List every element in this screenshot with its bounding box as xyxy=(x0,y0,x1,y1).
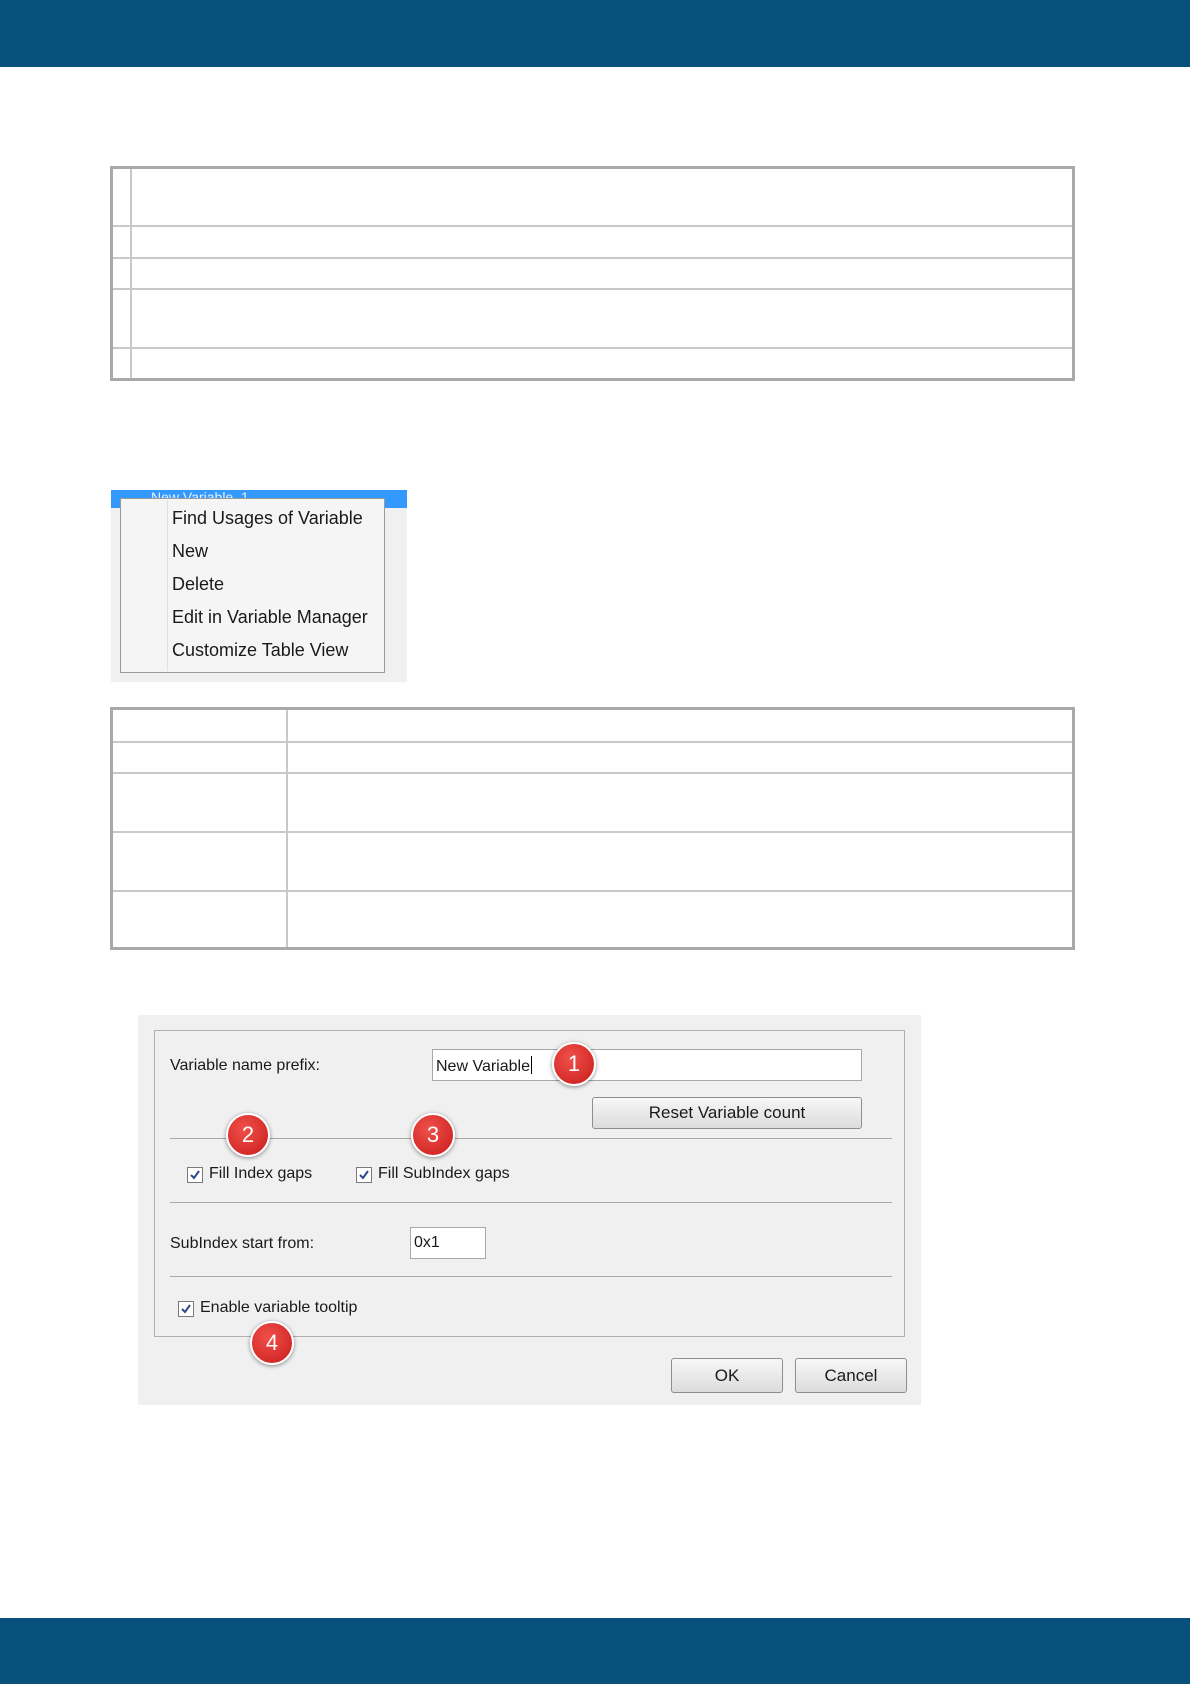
menu-item-edit-in-variable-manager[interactable]: Edit in Variable Manager xyxy=(172,606,368,628)
table-header-row xyxy=(113,710,1072,743)
subindex-start-input[interactable]: 0x1 xyxy=(410,1227,486,1259)
table-row xyxy=(113,169,1072,227)
table-row xyxy=(113,833,1072,892)
checkmark-icon xyxy=(190,1170,200,1180)
callout-badge-3: 3 xyxy=(411,1113,455,1157)
checkmark-icon xyxy=(359,1170,369,1180)
menu-item-find-usages[interactable]: Find Usages of Variable xyxy=(172,507,363,529)
footer-bar xyxy=(0,1618,1190,1684)
header-bar xyxy=(0,0,1190,67)
prefix-label: Variable name prefix: xyxy=(170,1057,320,1074)
callout-badge-1: 1 xyxy=(552,1042,596,1086)
table-row xyxy=(113,349,1072,378)
variable-settings-dialog: Variable name prefix: New Variable 1 Res… xyxy=(138,1015,921,1405)
enable-variable-tooltip-checkbox[interactable] xyxy=(178,1301,194,1317)
prefix-input[interactable]: New Variable xyxy=(432,1049,862,1081)
ok-button[interactable]: OK xyxy=(671,1358,783,1393)
fill-subindex-gaps-label: Fill SubIndex gaps xyxy=(378,1165,510,1182)
numbered-table xyxy=(110,166,1075,381)
fill-index-gaps-label: Fill Index gaps xyxy=(209,1165,313,1182)
table-row xyxy=(113,290,1072,349)
table-row xyxy=(113,892,1072,947)
menu-description-table xyxy=(110,707,1075,950)
callout-badge-4: 4 xyxy=(250,1321,294,1365)
callout-badge-2: 2 xyxy=(226,1113,270,1157)
menu-icon-gutter xyxy=(167,500,168,671)
separator xyxy=(170,1138,892,1139)
reset-variable-count-button[interactable]: Reset Variable count xyxy=(592,1097,862,1129)
menu-item-delete[interactable]: Delete xyxy=(172,573,224,595)
fill-subindex-gaps-checkbox[interactable] xyxy=(356,1167,372,1183)
cancel-button[interactable]: Cancel xyxy=(795,1358,907,1393)
table-row xyxy=(113,227,1072,259)
context-menu: Find Usages of Variable New Delete Edit … xyxy=(120,498,385,673)
context-menu-screenshot: New Variable_1 Find Usages of Variable N… xyxy=(111,490,407,682)
separator xyxy=(170,1202,892,1203)
menu-item-customize-table-view[interactable]: Customize Table View xyxy=(172,639,348,661)
menu-item-new[interactable]: New xyxy=(172,540,208,562)
checkmark-icon xyxy=(181,1304,191,1314)
text-caret xyxy=(530,1056,532,1074)
table-row xyxy=(113,259,1072,290)
separator xyxy=(170,1276,892,1277)
fill-index-gaps-checkbox[interactable] xyxy=(187,1167,203,1183)
table-row xyxy=(113,774,1072,833)
table-row xyxy=(113,743,1072,774)
subindex-start-label: SubIndex start from: xyxy=(170,1235,315,1252)
enable-variable-tooltip-label: Enable variable tooltip xyxy=(200,1299,358,1316)
prefix-value: New Variable xyxy=(436,1058,530,1075)
